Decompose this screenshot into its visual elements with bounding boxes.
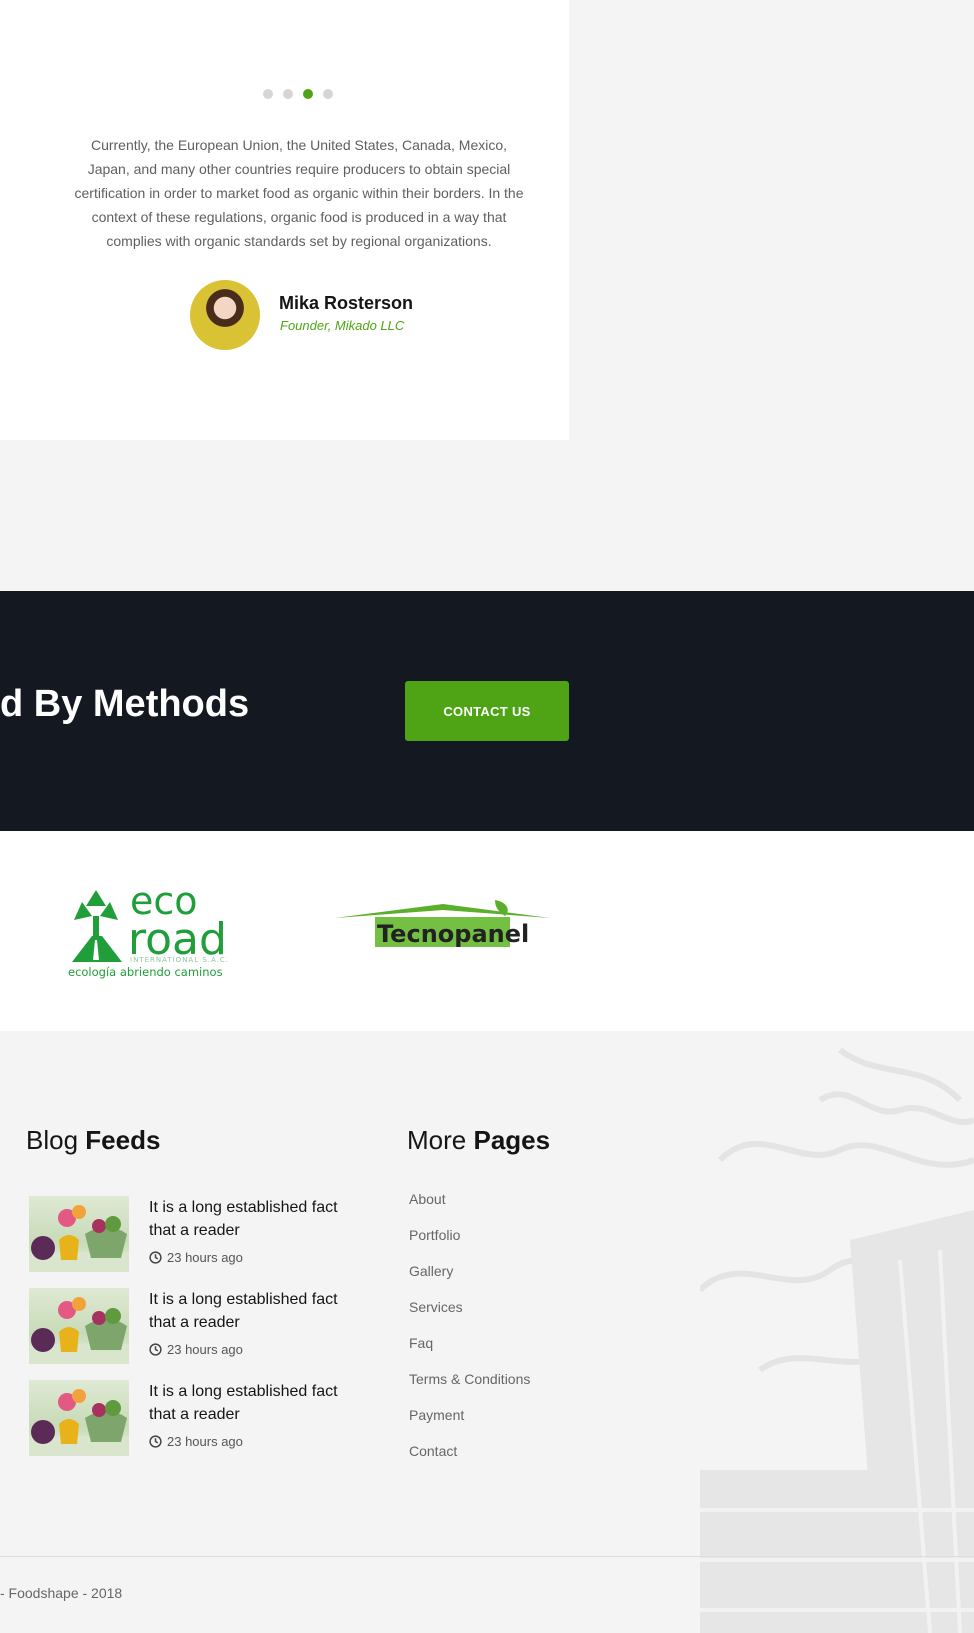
tecnopanel-text: Tecnopanel — [377, 920, 529, 948]
footer-link-about[interactable]: About — [409, 1191, 446, 1207]
slider-dot-2[interactable] — [283, 89, 293, 99]
clock-icon — [149, 1343, 162, 1356]
blog-title-light: Blog — [26, 1125, 79, 1155]
blog-title-bold: Feeds — [85, 1125, 161, 1155]
footer-link-contact[interactable]: Contact — [409, 1443, 457, 1459]
testimonial-author-role: Founder, Mikado LLC — [280, 318, 405, 333]
vegetables-image — [29, 1205, 129, 1272]
eco-road-tagline: ecología abriendo caminos — [68, 965, 223, 979]
blog-headline[interactable]: It is a long established fact that a rea… — [149, 1288, 359, 1334]
more-pages-title: More Pages — [407, 1125, 550, 1156]
tecnopanel-logo[interactable]: Tecnopanel — [335, 900, 550, 960]
blog-timestamp: 23 hours ago — [149, 1434, 359, 1449]
vegetable-basket-illustration — [700, 1047, 974, 1633]
blog-timestamp: 23 hours ago — [149, 1342, 359, 1357]
slider-dot-1[interactable] — [263, 89, 273, 99]
footer-link-portfolio[interactable]: Portfolio — [409, 1227, 460, 1243]
footer-link-gallery[interactable]: Gallery — [409, 1263, 453, 1279]
blog-thumbnail[interactable] — [29, 1288, 129, 1364]
blog-thumbnail[interactable] — [29, 1196, 129, 1272]
vegetables-image — [29, 1297, 129, 1364]
vegetables-image — [29, 1389, 129, 1456]
slider-dot-3[interactable] — [303, 89, 313, 99]
blog-time-text: 23 hours ago — [167, 1434, 243, 1449]
blog-headline[interactable]: It is a long established fact that a rea… — [149, 1380, 359, 1426]
slider-dots — [263, 89, 333, 99]
eco-road-logo[interactable]: eco road INTERNATIONAL S.A.C. ecología a… — [68, 880, 248, 980]
pages-title-light: More — [407, 1125, 467, 1155]
blog-feeds-title: Blog Feeds — [26, 1125, 160, 1156]
slider-dot-4[interactable] — [323, 89, 333, 99]
recycle-tree-icon — [72, 890, 122, 962]
blog-item[interactable]: It is a long established fact that a rea… — [29, 1288, 359, 1364]
blog-item[interactable]: It is a long established fact that a rea… — [29, 1196, 359, 1272]
pages-title-bold: Pages — [473, 1125, 551, 1155]
avatar — [190, 280, 260, 350]
blog-time-text: 23 hours ago — [167, 1250, 243, 1265]
footer-link-services[interactable]: Services — [409, 1299, 463, 1315]
blog-headline[interactable]: It is a long established fact that a rea… — [149, 1196, 359, 1242]
footer-link-payment[interactable]: Payment — [409, 1407, 464, 1423]
blog-time-text: 23 hours ago — [167, 1342, 243, 1357]
cta-heading: d By Methods — [0, 683, 250, 725]
footer-link-faq[interactable]: Faq — [409, 1335, 433, 1351]
footer-link-terms[interactable]: Terms & Conditions — [409, 1371, 530, 1387]
copyright-text: - Foodshape - 2018 — [0, 1585, 123, 1601]
eco-road-sub: INTERNATIONAL S.A.C. — [130, 956, 229, 964]
testimonial-author-name: Mika Rosterson — [279, 293, 414, 313]
contact-us-button[interactable]: CONTACT US — [405, 681, 569, 741]
clock-icon — [149, 1435, 162, 1448]
clock-icon — [149, 1251, 162, 1264]
footer-divider — [0, 1556, 974, 1557]
blog-timestamp: 23 hours ago — [149, 1250, 359, 1265]
blog-item[interactable]: It is a long established fact that a rea… — [29, 1380, 359, 1456]
testimonial-quote: Currently, the European Union, the Unite… — [74, 137, 524, 249]
blog-thumbnail[interactable] — [29, 1380, 129, 1456]
